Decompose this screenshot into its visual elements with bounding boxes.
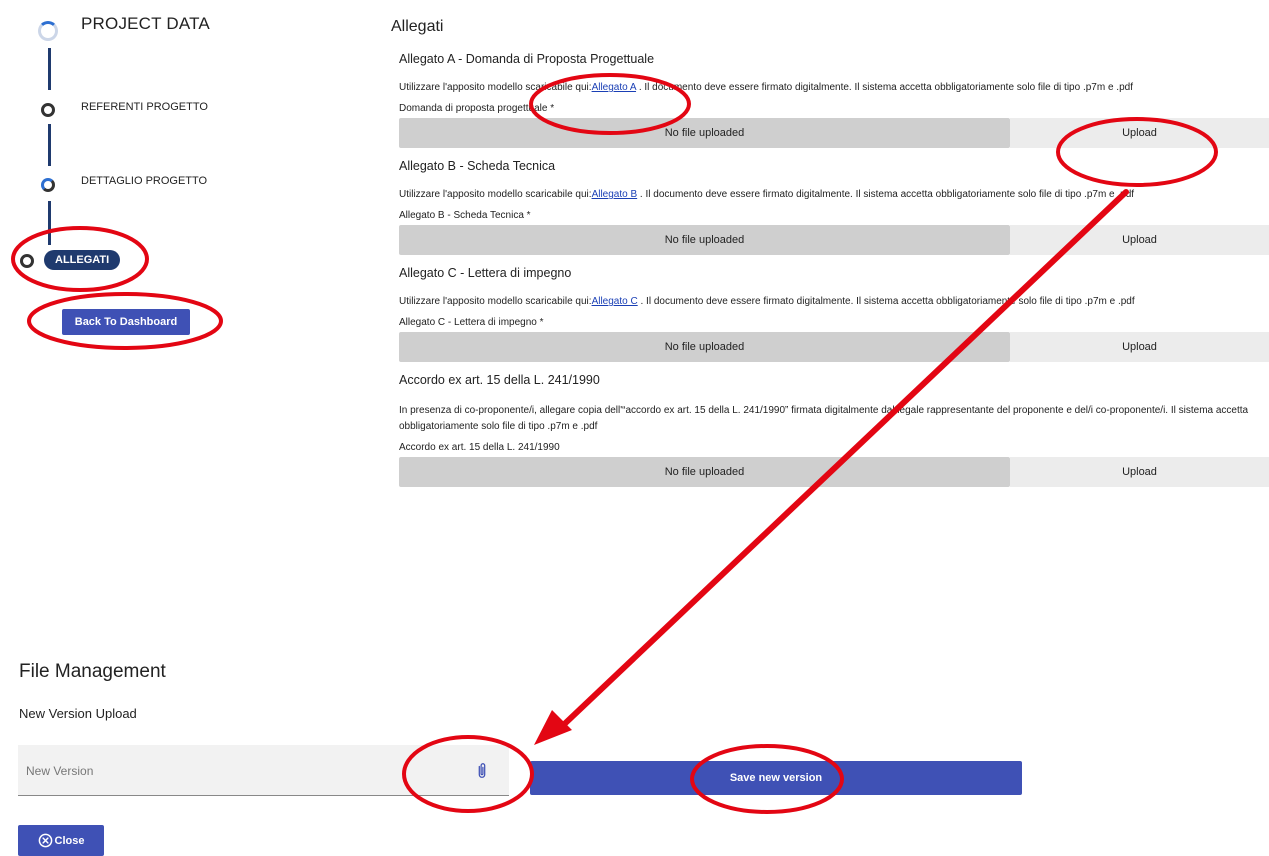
stepper: PROJECT DATA REFERENTI PROGETTO DETTAGLI…	[0, 0, 380, 360]
upload-button[interactable]: Upload	[1010, 118, 1269, 148]
description-text: Utilizzare l'apposito modello scaricabil…	[399, 82, 592, 93]
upload-button[interactable]: Upload	[1010, 332, 1269, 362]
file-status: No file uploaded	[399, 332, 1010, 362]
new-version-field	[18, 745, 509, 797]
field-label: Domanda di proposta progettuale *	[399, 103, 555, 114]
file-upload-row: No file uploaded Upload	[399, 118, 1269, 148]
description-text: . Il documento deve essere firmato digit…	[637, 296, 1135, 307]
file-management-title: File Management	[19, 661, 166, 682]
allegato-c-link[interactable]: Allegato C	[592, 296, 638, 307]
annotation-arrow-head	[534, 710, 572, 745]
file-upload-row: No file uploaded Upload	[399, 457, 1269, 487]
section-title: Allegato A - Domanda di Proposta Progett…	[399, 52, 655, 66]
step-progress-icon	[38, 21, 58, 41]
close-circle-icon	[38, 833, 52, 848]
stepper-title: PROJECT DATA	[81, 14, 210, 33]
section-description: Utilizzare l'apposito modello scaricabil…	[399, 82, 1269, 93]
file-upload-row: No file uploaded Upload	[399, 225, 1269, 255]
new-version-upload-subtitle: New Version Upload	[19, 706, 137, 721]
paperclip-icon[interactable]	[475, 762, 489, 780]
file-status: No file uploaded	[399, 118, 1010, 148]
stepper-connector	[48, 124, 51, 166]
description-text: Utilizzare l'apposito modello scaricabil…	[399, 189, 592, 200]
section-title: Accordo ex art. 15 della L. 241/1990	[399, 373, 600, 387]
step-allegati-active[interactable]: ALLEGATI	[44, 250, 121, 270]
close-label: Close	[54, 834, 85, 847]
section-description: In presenza di co-proponente/i, allegare…	[399, 405, 1249, 432]
attachments-title: Allegati	[391, 18, 444, 35]
attachment-section-accordo: Accordo ex art. 15 della L. 241/1990 In …	[399, 373, 1269, 487]
step-dettaglio-progetto[interactable]: DETTAGLIO PROGETTO	[81, 175, 207, 187]
close-button[interactable]: Close	[18, 825, 104, 856]
save-new-version-button[interactable]: Save new version	[530, 761, 1022, 795]
attachments-panel: Allegati Allegato A - Domanda di Propost…	[391, 18, 1269, 498]
section-description: Utilizzare l'apposito modello scaricabil…	[399, 189, 1269, 200]
file-upload-row: No file uploaded Upload	[399, 332, 1269, 362]
description-text: . Il documento deve essere firmato digit…	[636, 82, 1133, 93]
new-version-input[interactable]	[18, 745, 448, 797]
section-description: Utilizzare l'apposito modello scaricabil…	[399, 296, 1269, 307]
field-label: Accordo ex art. 15 della L. 241/1990	[399, 442, 560, 453]
file-status: No file uploaded	[399, 457, 1010, 487]
step-dot-icon	[41, 103, 55, 117]
attachment-section-b: Allegato B - Scheda Tecnica Utilizzare l…	[399, 159, 1269, 255]
attachment-section-a: Allegato A - Domanda di Proposta Progett…	[399, 52, 1269, 148]
description-text: Utilizzare l'apposito modello scaricabil…	[399, 296, 592, 307]
section-title: Allegato C - Lettera di impegno	[399, 266, 572, 280]
file-status: No file uploaded	[399, 225, 1010, 255]
upload-button[interactable]: Upload	[1010, 225, 1269, 255]
description-text: . Il documento deve essere firmato digit…	[637, 189, 1135, 200]
section-title: Allegato B - Scheda Tecnica	[399, 159, 556, 173]
upload-button[interactable]: Upload	[1010, 457, 1269, 487]
step-dot-icon	[20, 254, 34, 268]
field-label: Allegato C - Lettera di impegno *	[399, 317, 544, 328]
allegato-b-link[interactable]: Allegato B	[592, 189, 638, 200]
stepper-connector	[48, 48, 51, 90]
step-referenti-progetto[interactable]: REFERENTI PROGETTO	[81, 101, 208, 113]
allegato-a-link[interactable]: Allegato A	[592, 82, 636, 93]
attachment-section-c: Allegato C - Lettera di impegno Utilizza…	[399, 266, 1269, 362]
stepper-connector	[48, 201, 51, 245]
back-to-dashboard-button[interactable]: Back To Dashboard	[62, 309, 190, 335]
step-dot-icon	[41, 178, 55, 192]
field-label: Allegato B - Scheda Tecnica *	[399, 210, 531, 221]
